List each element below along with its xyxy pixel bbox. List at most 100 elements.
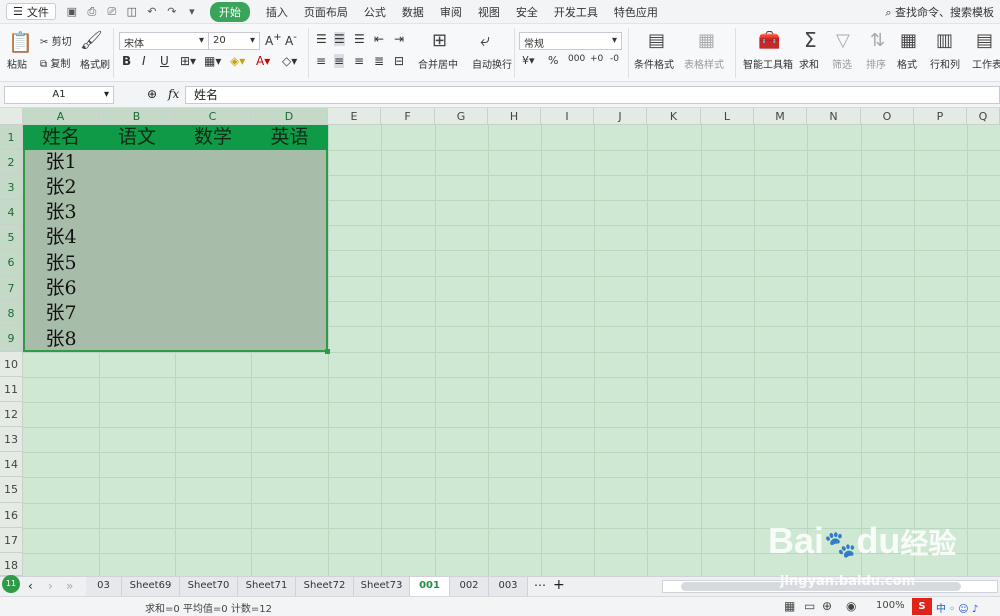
tab-special-apps[interactable]: 特色应用	[614, 4, 658, 20]
name-cell[interactable]: 张8	[23, 326, 99, 352]
tab-security[interactable]: 安全	[516, 4, 538, 20]
page-layout-icon[interactable]: ▭	[804, 599, 815, 613]
row-header-11[interactable]: 11	[0, 377, 23, 402]
font-name-select[interactable]: 宋体 ▾	[119, 32, 209, 50]
fill-color-icon[interactable]: ◈▾	[230, 54, 245, 68]
export-pdf-icon[interactable]: ⎙	[86, 5, 98, 19]
distribute-icon[interactable]: ⊟	[394, 54, 404, 68]
row-header-2[interactable]: 2	[0, 150, 23, 175]
header-cell-english[interactable]: 英语	[251, 125, 328, 150]
col-header-k[interactable]: K	[647, 108, 701, 125]
merge-center-button[interactable]: 合并居中	[418, 56, 458, 71]
row-header-3[interactable]: 3	[0, 175, 23, 200]
col-header-e[interactable]: E	[328, 108, 381, 125]
font-size-select[interactable]: 20 ▾	[208, 32, 260, 50]
border-icon[interactable]: ⊞▾	[180, 54, 196, 68]
row-header-7[interactable]: 7	[0, 276, 23, 301]
conditional-format-icon[interactable]: ▤	[648, 30, 665, 51]
col-header-g[interactable]: G	[435, 108, 488, 125]
select-all-corner[interactable]	[0, 108, 23, 125]
row-header-9[interactable]: 9	[0, 326, 23, 352]
table-style-icon[interactable]: ▦	[698, 30, 715, 51]
sheet-tab[interactable]: Sheet71	[238, 577, 296, 596]
row-header-6[interactable]: 6	[0, 250, 23, 276]
name-box[interactable]: A1 ▾	[4, 86, 114, 104]
sheet-tab[interactable]: 03	[86, 577, 122, 596]
col-header-n[interactable]: N	[807, 108, 861, 125]
col-header-i[interactable]: I	[541, 108, 594, 125]
row-header-12[interactable]: 12	[0, 402, 23, 427]
name-cell[interactable]: 张7	[23, 301, 99, 326]
row-col-button[interactable]: 行和列	[930, 56, 960, 71]
align-center-icon[interactable]: ≡	[334, 54, 345, 68]
row-header-4[interactable]: 4	[0, 200, 23, 225]
align-right-icon[interactable]: ≡	[354, 54, 364, 68]
col-header-m[interactable]: M	[754, 108, 807, 125]
worksheet-button[interactable]: 工作表	[972, 56, 1000, 71]
row-header-17[interactable]: 17	[0, 528, 23, 553]
ime-status-icons[interactable]: 中 ◦ ☺ ♪	[936, 600, 978, 615]
cut-button[interactable]: ✂ 剪切	[40, 33, 72, 48]
header-cell-math[interactable]: 数学	[175, 125, 251, 150]
col-header-o[interactable]: O	[861, 108, 914, 125]
bold-button[interactable]: B	[122, 54, 131, 68]
clear-icon[interactable]: ◇▾	[282, 54, 297, 68]
thousands-icon[interactable]: 000	[568, 54, 585, 64]
formula-input[interactable]: 姓名	[185, 86, 1000, 104]
normal-view-icon[interactable]: ▦	[784, 599, 795, 613]
row-header-18[interactable]: 18	[0, 553, 23, 576]
paste-button[interactable]: 📋	[8, 30, 33, 54]
align-left-icon[interactable]: ≡	[316, 54, 326, 68]
increase-font-icon[interactable]: A+	[265, 32, 282, 48]
print-preview-icon[interactable]: ◫	[126, 5, 138, 19]
smart-toolbox-icon[interactable]: 🧰	[758, 30, 780, 51]
sheet-next-icon[interactable]: ›	[48, 579, 53, 593]
tab-view[interactable]: 视图	[478, 4, 500, 20]
print-icon[interactable]: ⎚	[106, 5, 118, 19]
fill-handle[interactable]	[325, 349, 330, 354]
align-bottom-icon[interactable]: ☰	[354, 32, 365, 46]
page-break-icon[interactable]: ⊕	[822, 599, 832, 613]
decrease-font-icon[interactable]: A-	[285, 32, 297, 48]
table-style-button[interactable]: 表格样式	[684, 56, 724, 71]
filter-button[interactable]: 筛选	[832, 56, 852, 71]
percent-icon[interactable]: %	[548, 54, 558, 67]
tab-insert[interactable]: 插入	[266, 4, 288, 20]
command-search[interactable]: ⌕ 查找命令、搜索模板	[885, 4, 994, 20]
sort-icon[interactable]: ⇅	[870, 30, 885, 51]
number-format-select[interactable]: 常规 ▾	[519, 32, 622, 50]
save-icon[interactable]: ▣	[66, 5, 78, 19]
header-cell-chinese[interactable]: 语文	[99, 125, 175, 150]
file-menu-button[interactable]: ☰ 文件	[6, 3, 56, 20]
col-header-j[interactable]: J	[594, 108, 647, 125]
row-header-14[interactable]: 14	[0, 452, 23, 477]
sheet-prev-icon[interactable]: ‹	[28, 579, 33, 593]
worksheet-icon[interactable]: ▤	[976, 30, 993, 51]
col-header-l[interactable]: L	[701, 108, 754, 125]
eye-protection-icon[interactable]: ◉	[846, 599, 856, 613]
justify-icon[interactable]: ≣	[374, 54, 384, 68]
font-color-icon[interactable]: A▾	[256, 54, 270, 68]
cell-style-icon[interactable]: ▦▾	[204, 54, 221, 68]
more-sheets-icon[interactable]: ⋯	[534, 578, 546, 592]
increase-decimal-icon[interactable]: +0	[590, 54, 603, 64]
sheet-tab[interactable]: Sheet69	[122, 577, 180, 596]
col-header-q[interactable]: Q	[967, 108, 1000, 125]
customize-dropdown-icon[interactable]: ▾	[186, 5, 198, 19]
tab-page-layout[interactable]: 页面布局	[304, 4, 348, 20]
name-cell[interactable]: 张1	[23, 150, 99, 175]
fx-icon[interactable]: fx	[168, 87, 179, 101]
name-cell[interactable]: 张5	[23, 250, 99, 276]
decrease-decimal-icon[interactable]: -0	[610, 54, 619, 64]
col-header-c[interactable]: C	[175, 108, 251, 125]
wrap-text-button[interactable]: 自动换行	[472, 56, 512, 71]
sheet-tab[interactable]: Sheet70	[180, 577, 238, 596]
row-header-15[interactable]: 15	[0, 477, 23, 503]
conditional-format-button[interactable]: 条件格式	[634, 56, 674, 71]
smart-toolbox-button[interactable]: 智能工具箱	[743, 56, 793, 71]
tab-formulas[interactable]: 公式	[364, 4, 386, 20]
align-middle-icon[interactable]: ☰	[334, 32, 345, 46]
sum-button[interactable]: 求和	[799, 56, 819, 71]
sheet-tab-active[interactable]: 001	[410, 577, 450, 596]
col-header-a[interactable]: A	[23, 108, 99, 125]
